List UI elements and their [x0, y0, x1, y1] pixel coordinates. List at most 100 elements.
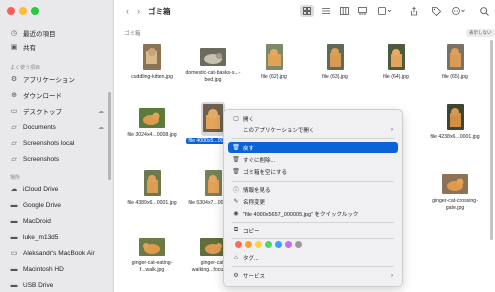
sidebar-item-macdroid[interactable]: ▬ MacDroid — [10, 215, 110, 227]
forward-button[interactable]: › — [137, 6, 140, 16]
menu-item-rename[interactable]: ✎ 名称変更 — [228, 196, 398, 207]
sidebar-item-shared[interactable]: ▣ 共有 — [10, 41, 110, 53]
more-button[interactable] — [450, 5, 468, 17]
sidebar-item-label: iCloud Drive — [23, 185, 59, 193]
menu-item-put-back[interactable]: 🗑︎ 戻す — [228, 142, 398, 153]
menu-item-label: 名称変更 — [243, 199, 266, 206]
menu-item-copy[interactable]: ⧉ コピー — [228, 225, 398, 236]
gallery-view-button[interactable] — [356, 5, 368, 17]
disk-icon: ▬ — [10, 265, 18, 273]
eye-icon: ◉ — [233, 211, 239, 217]
back-button[interactable]: ‹ — [126, 6, 129, 16]
menu-item-label: このアプリケーションで開く — [243, 127, 315, 134]
file-item[interactable]: file (62).jpg — [244, 44, 304, 81]
app-icon: ⚙ — [10, 76, 18, 83]
trash-icon: 🗑︎ — [232, 157, 240, 163]
menu-item-label: コピー — [243, 228, 260, 235]
menu-item-open-with[interactable]: このアプリケーションで開く › — [228, 124, 398, 135]
sidebar-item-icloud-drive[interactable]: ☁ iCloud Drive — [10, 183, 110, 195]
file-thumbnail — [442, 174, 468, 194]
sidebar-item-macintosh-hd[interactable]: ▬ Macintosh HD — [10, 263, 110, 275]
tag-color-red[interactable] — [235, 241, 242, 248]
minimize-window-button[interactable] — [19, 7, 27, 15]
chevron-right-icon: › — [391, 272, 393, 279]
sidebar-item-macbook-air[interactable]: ▭ Aleksandr's MacBook Air — [10, 247, 110, 259]
file-item[interactable]: file 4238x6...0001.jpg — [425, 104, 485, 141]
file-name: file (64).jpg — [383, 74, 409, 80]
sidebar-item-label: Documents — [23, 123, 56, 131]
sidebar-item-screenshots-local[interactable]: ▱ Screenshots local — [10, 137, 110, 149]
file-thumbnail — [143, 170, 161, 196]
menu-item-label: すぐに削除... — [243, 157, 276, 164]
file-item[interactable]: domestic-cat-basks-s...-bed.jpg — [183, 44, 243, 83]
menu-item-open[interactable]: ▢ 開く — [228, 113, 398, 124]
file-item[interactable]: file 3024x4...0008.jpg — [122, 104, 182, 139]
sidebar-item-screenshots[interactable]: ▱ Screenshots — [10, 153, 110, 165]
show-all-button[interactable]: 表示しない — [466, 29, 495, 37]
menu-item-get-info[interactable]: ⓘ 情報を見る — [228, 184, 398, 195]
sidebar-item-desktop[interactable]: ▭ デスクトップ ☁ — [10, 105, 110, 117]
menu-separator — [232, 181, 394, 182]
sidebar-item-google-drive[interactable]: ▬ Google Drive — [10, 199, 110, 211]
sidebar-item-luke[interactable]: ▬ luke_m13d5 — [10, 231, 110, 243]
icloud-status-icon: ☁ — [98, 108, 104, 115]
tag-color-blue[interactable] — [275, 241, 282, 248]
sidebar-item-documents[interactable]: ▱ Documents ☁ — [10, 121, 110, 133]
tag-button[interactable] — [430, 5, 442, 17]
tag-color-yellow[interactable] — [255, 241, 262, 248]
file-name: file (62).jpg — [261, 74, 287, 80]
file-thumbnail — [265, 44, 283, 70]
zoom-window-button[interactable] — [31, 7, 39, 15]
sidebar-item-label: Screenshots local — [23, 139, 75, 147]
file-item[interactable]: file (63).jpg — [305, 44, 365, 81]
file-item[interactable]: ginger-cat-crossing-gate.jpg — [425, 170, 485, 211]
menu-item-services[interactable]: ⚙ サービス › — [228, 270, 398, 281]
column-view-button[interactable] — [338, 5, 350, 17]
file-item[interactable]: ginger-cat-eating-f...walk.jpg — [122, 234, 182, 273]
sidebar-scrollbar[interactable] — [108, 92, 111, 180]
drive-icon: ▬ — [10, 233, 18, 241]
sidebar-item-recent[interactable]: ◷ 最近の項目 — [10, 27, 110, 39]
sidebar-item-applications[interactable]: ⚙ アプリケーション — [10, 73, 110, 85]
menu-item-label: サービス — [243, 273, 266, 280]
pencil-icon: ✎ — [233, 199, 239, 205]
content-scrollbar[interactable] — [490, 40, 493, 240]
ellipsis-icon — [452, 7, 465, 15]
file-item[interactable]: cuddling-kitten.jpg — [122, 44, 182, 81]
share-button[interactable] — [408, 5, 420, 17]
menu-separator — [232, 238, 394, 239]
tag-color-orange[interactable] — [245, 241, 252, 248]
icloud-status-icon: ☁ — [98, 124, 104, 131]
sidebar-item-label: Macintosh HD — [23, 265, 64, 273]
shared-folder-icon: ▣ — [10, 44, 18, 51]
sidebar-item-usb-drive[interactable]: ▬ USB Drive — [10, 279, 110, 291]
file-item[interactable]: file (65).jpg — [425, 44, 485, 81]
menu-item-label: 戻す — [243, 145, 255, 152]
drive-icon: ▬ — [10, 201, 18, 209]
close-window-button[interactable] — [7, 7, 15, 15]
file-item[interactable]: file (64).jpg — [366, 44, 426, 81]
folder-icon: ▱ — [11, 124, 17, 131]
file-thumbnail — [446, 44, 464, 70]
window-title: ゴミ箱 — [148, 7, 171, 16]
menu-item-quick-look[interactable]: ◉ "file 4000x5657_000005.jpg" をクイックルック — [228, 208, 398, 219]
menu-item-empty-trash[interactable]: 🗑︎ ゴミ箱を空にする — [228, 166, 398, 177]
group-icon — [378, 7, 392, 15]
sidebar-item-downloads[interactable]: ⊕ ダウンロード — [10, 89, 110, 101]
group-button[interactable] — [376, 5, 394, 17]
menu-item-label: "file 4000x5657_000005.jpg" をクイックルック — [243, 211, 359, 218]
file-name: file 4238x6...0001.jpg — [430, 134, 480, 140]
icon-view-button[interactable] — [300, 5, 314, 17]
sidebar-item-label: USB Drive — [23, 281, 54, 289]
menu-item-tags[interactable]: ⌂ タグ... — [228, 252, 398, 263]
menu-item-label: タグ... — [243, 255, 259, 262]
list-view-button[interactable] — [320, 5, 332, 17]
copy-icon: ⧉ — [233, 227, 239, 233]
tag-color-purple[interactable] — [285, 241, 292, 248]
tag-color-green[interactable] — [265, 241, 272, 248]
file-item[interactable]: file 4389x6...0001.jpg — [122, 170, 182, 207]
search-button[interactable] — [478, 5, 490, 17]
tag-color-gray[interactable] — [295, 241, 302, 248]
menu-item-delete-immediately[interactable]: 🗑︎ すぐに削除... — [228, 154, 398, 165]
file-thumbnail — [204, 170, 222, 196]
